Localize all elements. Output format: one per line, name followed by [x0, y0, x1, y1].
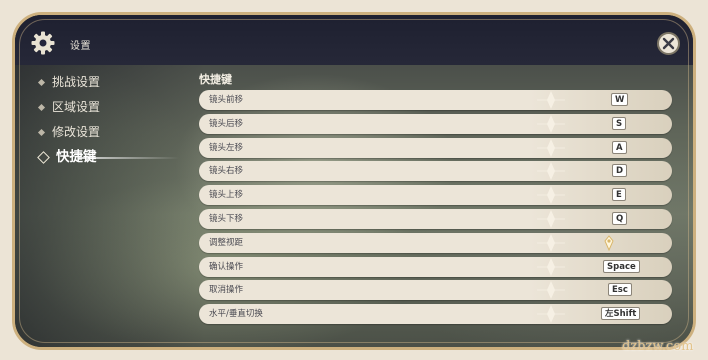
diamond-outline-icon	[37, 151, 50, 164]
shortcut-row[interactable]: 镜头上移 E	[199, 185, 672, 206]
sidebar-item-label: 修改设置	[52, 125, 101, 139]
key-badge[interactable]: S	[612, 116, 627, 130]
ornament-icon	[537, 257, 565, 276]
sidebar: 挑战设置 区域设置 修改设置 快捷键	[37, 70, 179, 170]
sidebar-item-label: 挑战设置	[52, 75, 101, 89]
key-badge[interactable]: E	[612, 188, 626, 202]
mouse-scroll-icon[interactable]	[602, 234, 616, 251]
ornament-icon	[537, 162, 565, 181]
shortcut-label: 镜头前移	[209, 95, 244, 105]
shortcut-row[interactable]: 镜头前移 W	[199, 90, 672, 110]
ornament-icon	[537, 281, 565, 300]
close-button[interactable]	[657, 32, 680, 55]
sidebar-item-challenge-settings[interactable]: 挑战设置	[37, 70, 101, 95]
shortcut-row[interactable]: 镜头后移 S	[199, 113, 672, 134]
ornament-icon	[537, 209, 565, 228]
shortcut-label: 取消操作	[209, 285, 244, 296]
shortcut-label: 镜头下移	[209, 213, 244, 224]
shortcut-label: 调整视距	[209, 237, 244, 248]
diamond-bullet-icon	[37, 128, 46, 137]
key-badge[interactable]: Space	[603, 259, 640, 273]
key-badge[interactable]: Q	[612, 211, 628, 225]
ornament-icon	[537, 233, 565, 252]
gear-icon	[31, 31, 55, 55]
shortcut-row[interactable]: 确认操作 Space	[199, 256, 672, 277]
diamond-bullet-icon	[37, 78, 46, 87]
ornament-icon	[537, 114, 565, 133]
sidebar-item-shortcuts[interactable]: 快捷键	[37, 145, 179, 170]
shortcut-list: 镜头前移 W 镜头后移 S 镜头左移 A 镜头右移 D 镜头上移 E 镜头下移 …	[199, 90, 672, 328]
shortcut-label: 水平/垂直切换	[209, 309, 263, 320]
shortcut-row[interactable]: 水平/垂直切换 左Shift	[199, 304, 672, 325]
watermark: dzbzw.com	[622, 339, 694, 354]
close-icon	[662, 37, 675, 50]
ornament-icon	[537, 186, 565, 205]
shortcut-row[interactable]: 调整视距	[199, 232, 672, 253]
ornament-icon	[537, 305, 565, 324]
sidebar-item-area-settings[interactable]: 区域设置	[37, 95, 101, 120]
shortcut-row[interactable]: 镜头右移 D	[199, 161, 672, 182]
key-badge[interactable]: D	[612, 164, 628, 178]
shortcut-label: 镜头上移	[209, 190, 244, 201]
shortcut-label: 镜头左移	[209, 142, 244, 153]
sidebar-item-modify-settings[interactable]: 修改设置	[37, 120, 101, 145]
shortcut-row[interactable]: 镜头下移 Q	[199, 208, 672, 229]
active-indicator	[79, 157, 179, 159]
shortcut-label: 镜头右移	[209, 166, 244, 177]
shortcut-label: 确认操作	[209, 261, 244, 272]
title-bar	[15, 15, 693, 65]
key-badge[interactable]: A	[612, 140, 627, 154]
section-title: 快捷键	[199, 73, 232, 86]
key-badge[interactable]: W	[611, 93, 629, 106]
diamond-bullet-icon	[37, 103, 46, 112]
settings-window: 设置 挑战设置 区域设置 修改设置 快捷键 快捷键 镜头前移 W 镜头后移 S …	[12, 12, 696, 350]
ornament-icon	[537, 138, 565, 157]
window-title: 设置	[70, 41, 91, 52]
shortcut-label: 镜头后移	[209, 118, 244, 129]
key-badge[interactable]: Esc	[608, 283, 632, 297]
key-badge[interactable]: 左Shift	[601, 307, 641, 321]
shortcut-row[interactable]: 取消操作 Esc	[199, 280, 672, 301]
ornament-icon	[537, 91, 565, 109]
sidebar-item-label: 区域设置	[52, 100, 101, 114]
shortcut-row[interactable]: 镜头左移 A	[199, 137, 672, 158]
